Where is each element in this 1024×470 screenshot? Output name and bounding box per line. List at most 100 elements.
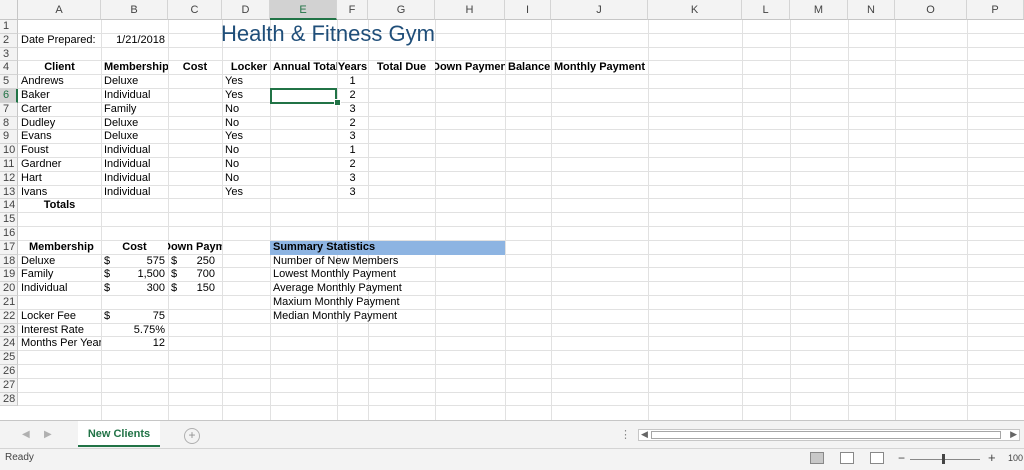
client-locker[interactable]: Yes — [222, 75, 270, 89]
column-header-f[interactable]: F — [337, 0, 368, 20]
client-membership[interactable]: Individual — [101, 144, 168, 158]
column-label-8[interactable]: Down Payment — [435, 61, 505, 75]
client-years[interactable]: 2 — [337, 89, 368, 103]
client-name[interactable]: Gardner — [18, 158, 101, 172]
zoom-in-icon[interactable]: + — [988, 450, 996, 465]
column-label-5[interactable]: Annual Total — [270, 61, 337, 75]
row-header-24[interactable]: 24 — [0, 337, 18, 352]
membership-down-payment[interactable]: 700 — [168, 268, 218, 282]
client-locker[interactable]: No — [222, 117, 270, 131]
row-header-13[interactable]: 13 — [0, 185, 18, 200]
row-header-20[interactable]: 20 — [0, 282, 18, 296]
client-name[interactable]: Carter — [18, 103, 101, 117]
row-header-2[interactable]: 2 — [0, 33, 18, 48]
scroll-right-icon[interactable]: ▶ — [1010, 429, 1017, 440]
client-membership[interactable]: Deluxe — [101, 117, 168, 131]
row-header-18[interactable]: 18 — [0, 254, 18, 269]
client-locker[interactable]: No — [222, 158, 270, 172]
client-name[interactable]: Dudley — [18, 117, 101, 131]
column-header-k[interactable]: K — [648, 0, 742, 20]
client-name[interactable]: Andrews — [18, 75, 101, 89]
add-sheet-icon[interactable]: + — [184, 428, 200, 444]
interest-rate-label[interactable]: Interest Rate — [18, 324, 101, 338]
client-years[interactable]: 2 — [337, 158, 368, 172]
membership-cost[interactable]: 575 — [101, 255, 168, 269]
membership-cost[interactable]: 1,500 — [101, 268, 168, 282]
row-header-6[interactable]: 6 — [0, 89, 18, 103]
row-header-28[interactable]: 28 — [0, 392, 18, 407]
column-header-o[interactable]: O — [895, 0, 967, 20]
zoom-out-icon[interactable]: − — [898, 451, 905, 465]
row-header-23[interactable]: 23 — [0, 323, 18, 338]
months-per-year-value[interactable]: 12 — [101, 337, 168, 351]
client-name[interactable]: Foust — [18, 144, 101, 158]
locker-fee-value[interactable]: 75 — [101, 310, 168, 324]
row-header-11[interactable]: 11 — [0, 158, 18, 172]
row-header-16[interactable]: 16 — [0, 227, 18, 241]
summary-item[interactable]: Median Monthly Payment — [270, 310, 470, 324]
column-header-n[interactable]: N — [848, 0, 895, 20]
client-years[interactable]: 1 — [337, 144, 368, 158]
client-locker[interactable]: Yes — [222, 186, 270, 200]
client-locker[interactable]: No — [222, 144, 270, 158]
summary-item[interactable]: Lowest Monthly Payment — [270, 268, 470, 282]
row-header-19[interactable]: 19 — [0, 268, 18, 283]
prev-sheet-icon[interactable]: ◀ — [22, 429, 30, 440]
date-value[interactable]: 1/21/2018 — [101, 34, 168, 48]
column-header-l[interactable]: L — [742, 0, 790, 20]
zoom-level[interactable]: 100 — [1008, 453, 1023, 463]
row-header-8[interactable]: 8 — [0, 116, 18, 131]
row-header-14[interactable]: 14 — [0, 199, 18, 214]
row-header-17[interactable]: 17 — [0, 240, 18, 255]
row-header-5[interactable]: 5 — [0, 75, 18, 89]
client-years[interactable]: 1 — [337, 75, 368, 89]
membership-table-header[interactable]: Membership — [26, 241, 109, 255]
row-header-15[interactable]: 15 — [0, 213, 18, 227]
scrollbar-thumb[interactable] — [651, 431, 1001, 439]
zoom-slider[interactable] — [910, 459, 980, 460]
column-header-p[interactable]: P — [967, 0, 1024, 20]
row-header-21[interactable]: 21 — [0, 296, 18, 310]
column-label-6[interactable]: Years — [337, 61, 368, 75]
row-header-10[interactable]: 10 — [0, 144, 18, 158]
months-per-year-label[interactable]: Months Per Year — [18, 337, 101, 351]
page-layout-view-icon[interactable] — [840, 452, 854, 464]
row-header-26[interactable]: 26 — [0, 365, 18, 379]
client-locker[interactable]: Yes — [222, 89, 270, 103]
summary-statistics-header[interactable]: Summary Statistics — [270, 240, 505, 255]
column-label-7[interactable]: Total Due — [368, 61, 435, 75]
membership-name[interactable]: Family — [18, 268, 101, 282]
tab-splitter-handle[interactable]: ⋮ — [620, 428, 631, 441]
select-all-corner[interactable] — [0, 0, 18, 20]
row-header-9[interactable]: 9 — [0, 130, 18, 145]
summary-item[interactable]: Maxium Monthly Payment — [270, 296, 470, 310]
spreadsheet-grid[interactable]: A B C D E F G H I J K L M N O P 1 2 3 4 5 6 7 8 9 10 11 12 13 14 15 16 1… — [0, 0, 1024, 420]
column-header-d[interactable]: D — [222, 0, 270, 20]
client-membership[interactable]: Individual — [101, 172, 168, 186]
column-label-9[interactable]: Balance — [505, 61, 551, 75]
column-header-c[interactable]: C — [168, 0, 222, 20]
column-label-2[interactable]: Membership — [101, 61, 168, 75]
client-membership[interactable]: Deluxe — [101, 130, 168, 144]
normal-view-icon[interactable] — [810, 452, 824, 464]
next-sheet-icon[interactable]: ▶ — [44, 429, 52, 440]
row-header-12[interactable]: 12 — [0, 171, 18, 186]
column-label-4[interactable]: Locker — [222, 61, 270, 75]
membership-cost[interactable]: 300 — [101, 282, 168, 296]
client-years[interactable]: 3 — [337, 103, 368, 117]
row-header-25[interactable]: 25 — [0, 351, 18, 365]
column-header-e[interactable]: E — [270, 0, 337, 20]
row-header-22[interactable]: 22 — [0, 309, 18, 324]
client-years[interactable]: 3 — [337, 172, 368, 186]
interest-rate-value[interactable]: 5.75% — [101, 324, 168, 338]
fill-handle[interactable] — [334, 98, 341, 106]
client-years[interactable]: 3 — [337, 130, 368, 144]
locker-fee-label[interactable]: Locker Fee — [18, 310, 101, 324]
membership-down-payment[interactable]: 150 — [168, 282, 218, 296]
horizontal-scrollbar[interactable]: ◀ ▶ — [638, 429, 1020, 441]
client-membership[interactable]: Individual — [101, 186, 168, 200]
page-break-view-icon[interactable] — [870, 452, 884, 464]
column-header-m[interactable]: M — [790, 0, 848, 20]
row-header-7[interactable]: 7 — [0, 102, 18, 117]
client-name[interactable]: Baker — [18, 89, 101, 103]
